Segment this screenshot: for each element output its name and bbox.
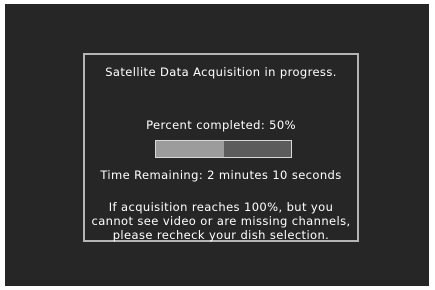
progress-bar [155,140,292,158]
notice-line: If acquisition reaches 100%, but you [108,200,334,214]
acquisition-dialog: Satellite Data Acquisition in progress. … [83,53,359,242]
dialog-title: Satellite Data Acquisition in progress. [105,65,337,79]
notice-line: please recheck your dish selection. [112,228,330,242]
acquisition-notice: If acquisition reaches 100%, but you can… [85,200,357,242]
percent-completed-label: Percent completed: 50% [146,118,296,132]
notice-line: cannot see video or are missing channels… [91,214,351,228]
progress-bar-fill [156,141,224,157]
time-remaining-label: Time Remaining: 2 minutes 10 seconds [100,168,342,182]
tv-screen: Satellite Data Acquisition in progress. … [5,4,429,286]
